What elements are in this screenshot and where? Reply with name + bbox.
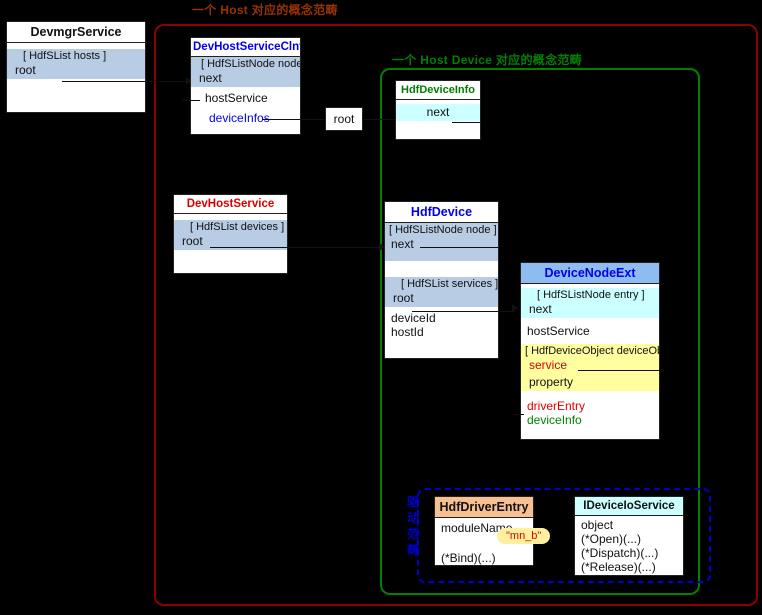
connector-node-ext-driver-entry [514, 414, 524, 415]
class-body-hdf-device-info: next [396, 104, 480, 121]
field-clnt-next: next [199, 71, 222, 85]
class-title-hdf-device: HdfDevice [385, 202, 498, 223]
field-group-header-entry: [ HdfSListNode entry ] [537, 289, 645, 301]
scope-title-host: 一个 Host 对应的概念范畴 [192, 3, 338, 17]
field-hdf-device-root: root [393, 291, 414, 305]
field-devmgr-root: root [15, 63, 36, 77]
field-node-ext-host-service: hostService [527, 324, 590, 338]
class-box-hdf-device[interactable]: HdfDevice [ HdfSListNode node ] next [ H… [384, 201, 499, 359]
field-ideviceio-release: (*Release)(...) [581, 560, 656, 574]
arrowhead-node-ext-next [512, 304, 518, 312]
field-group-header-device-object: [ HdfDeviceObject deviceOb [525, 345, 660, 357]
class-title-device-node-ext: DeviceNodeExt [521, 263, 659, 284]
class-title-ideviceio-service: IDeviceIoService [575, 497, 683, 516]
class-title-hdf-device-info: HdfDeviceInfo [396, 81, 480, 100]
field-group-hosts: [ HdfSList hosts ] root [7, 49, 145, 79]
field-group-devices: [ HdfSList devices ] root [174, 220, 287, 250]
connector-hdf-device-root-to-node-ext [412, 311, 515, 312]
field-group-device-object: [ HdfDeviceObject deviceOb service prope… [521, 344, 659, 391]
scope-title-driver-char-0: 驱 [406, 495, 419, 509]
connector-clnt-host-service [182, 100, 200, 101]
field-group-node: [ HdfSListNode node ] next [191, 57, 300, 87]
class-box-ideviceio-service[interactable]: IDeviceIoService object (*Open)(...) (*D… [574, 496, 684, 576]
field-node-ext-property: property [529, 375, 574, 389]
connector-devmgr-root-to-clnt [62, 81, 190, 82]
field-clnt-device-infos: deviceInfos [209, 111, 270, 125]
connector-hdf-device-next-out [420, 247, 498, 248]
class-body-dev-host-service-clnt: [ HdfSListNode node ] next hostService d… [191, 57, 300, 125]
class-body-devmgr-service: [ HdfSList hosts ] root [7, 43, 145, 79]
class-box-device-node-ext[interactable]: DeviceNodeExt [ HdfSListNode entry ] nex… [520, 262, 660, 440]
class-body-hdf-device: [ HdfSListNode node ] next [ HdfSList se… [385, 223, 498, 339]
class-title-dev-host-service-clnt: DevHostServiceClnt [191, 38, 300, 57]
class-box-hdf-device-info[interactable]: HdfDeviceInfo next [395, 80, 481, 140]
class-body-dev-host-service: [ HdfSList devices ] root [174, 214, 287, 250]
connector-node-ext-service [578, 370, 660, 371]
scope-title-driver-char-1: 动 [406, 511, 419, 525]
field-hdf-device-device-id: deviceId [391, 311, 436, 325]
class-body-ideviceio-service: object (*Open)(...) (*Dispatch)(...) (*R… [575, 516, 683, 574]
field-group-device-info-next: next [396, 104, 480, 121]
field-group-device-node: [ HdfSListNode node ] next [385, 223, 498, 261]
connector-host-service-root-to-device [210, 247, 383, 248]
field-hdf-device-host-id: hostId [391, 325, 424, 339]
field-group-device-services: [ HdfSList services ] root [385, 277, 498, 307]
scope-title-driver-char-3: 畴 [406, 543, 419, 557]
connector-clnt-device-infos-to-root [262, 119, 325, 120]
field-host-service-root: root [182, 234, 203, 248]
connector-device-info-next-out [452, 122, 482, 123]
class-box-devmgr-service[interactable]: DevmgrService [ HdfSList hosts ] root [6, 21, 146, 113]
label-box-root[interactable]: root [325, 107, 363, 131]
scope-title-driver: 驱 动 范 畴 [405, 494, 421, 558]
field-clnt-host-service: hostService [205, 91, 268, 105]
field-group-header-device-services: [ HdfSList services ] [401, 278, 499, 290]
class-body-device-node-ext: [ HdfSListNode entry ] next hostService … [521, 284, 659, 427]
diagram-canvas: 一个 Host 对应的概念范畴 一个 Host Device 对应的概念范畴 驱… [0, 0, 762, 615]
class-title-hdf-driver-entry: HdfDriverEntry [435, 497, 533, 518]
class-box-dev-host-service-clnt[interactable]: DevHostServiceClnt [ HdfSListNode node ]… [190, 37, 301, 135]
field-node-ext-device-info: deviceInfo [527, 413, 582, 427]
class-title-devmgr-service: DevmgrService [7, 22, 145, 43]
field-node-ext-driver-entry: driverEntry [527, 399, 586, 413]
class-box-dev-host-service[interactable]: DevHostService [ HdfSList devices ] root [173, 194, 288, 274]
field-group-header-hosts: [ HdfSList hosts ] [23, 50, 107, 62]
field-ideviceio-dispatch: (*Dispatch)(...) [581, 546, 659, 560]
field-ideviceio-open: (*Open)(...) [581, 532, 642, 546]
field-device-info-next: next [426, 105, 450, 119]
class-title-dev-host-service: DevHostService [174, 195, 287, 214]
field-group-header-devices: [ HdfSList devices ] [190, 221, 285, 233]
field-group-header-device-node: [ HdfSListNode node ] [389, 224, 497, 236]
field-hdf-device-next: next [391, 237, 414, 251]
scope-title-host-device: 一个 Host Device 对应的概念范畴 [392, 53, 582, 67]
field-group-header-node: [ HdfSListNode node ] [201, 58, 301, 70]
scope-title-driver-char-2: 范 [406, 527, 419, 541]
callout-module-name-value: "mn_b" [498, 529, 550, 543]
field-group-entry: [ HdfSListNode entry ] next [521, 288, 659, 318]
field-ideviceio-object: object [581, 518, 614, 532]
field-node-ext-next: next [529, 302, 552, 316]
field-driver-entry-bind: (*Bind)(...) [441, 551, 496, 565]
